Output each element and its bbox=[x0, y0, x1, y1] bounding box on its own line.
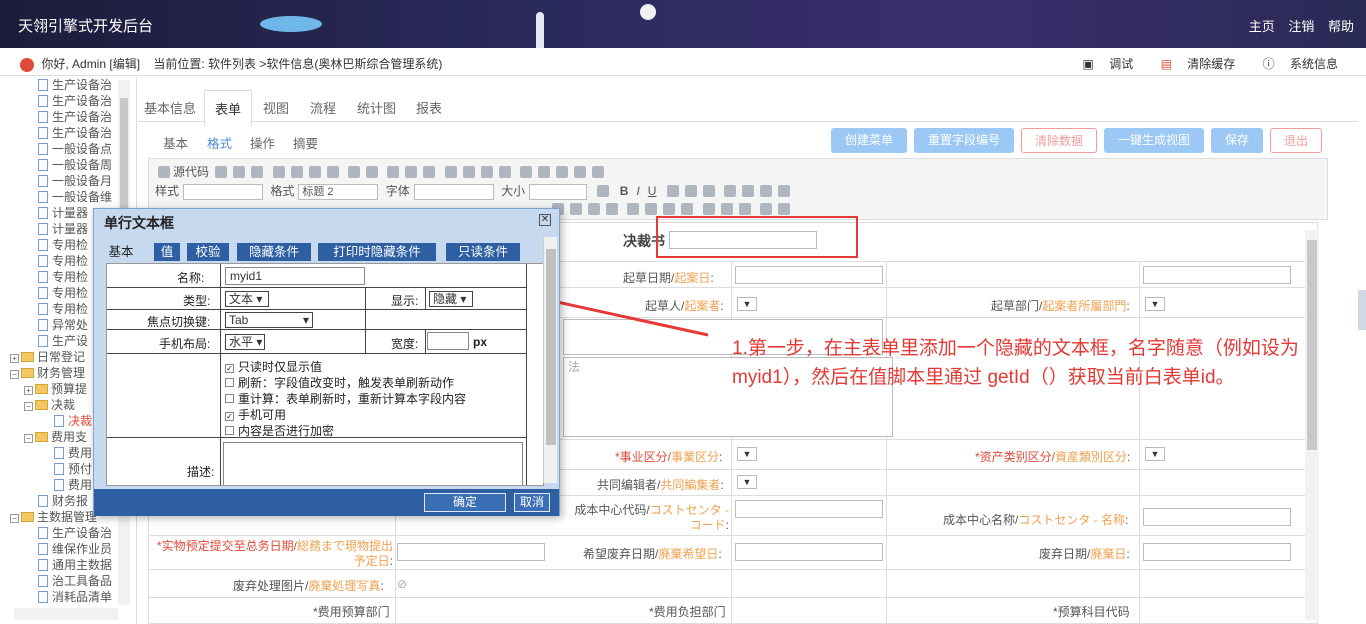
checkbox-unchecked[interactable] bbox=[225, 426, 234, 435]
dialog-tab-validate[interactable]: 校验 bbox=[187, 243, 229, 261]
textbox-dialog: 单行文本框 ✕ 基本 值 校验 隐藏条件 打印时隐藏条件 只读条件 名称: my… bbox=[93, 208, 560, 516]
desc-textarea[interactable] bbox=[223, 442, 523, 485]
close-icon[interactable]: ✕ bbox=[539, 214, 551, 226]
focus-value: Tab bbox=[229, 313, 249, 327]
width-unit: px bbox=[473, 335, 488, 349]
dialog-tab-readonly[interactable]: 只读条件 bbox=[446, 243, 520, 261]
name-label: 名称: bbox=[177, 271, 205, 285]
option-encrypt[interactable]: 内容是否进行加密 bbox=[225, 422, 334, 439]
name-input[interactable]: myid1 bbox=[225, 267, 365, 285]
display-select[interactable]: 隐藏 ▾ bbox=[429, 291, 473, 307]
width-label: 宽度: bbox=[391, 337, 419, 351]
type-value: 文本 bbox=[229, 292, 254, 306]
dialog-tab-basic[interactable]: 基本 bbox=[104, 243, 138, 261]
option-recalc[interactable]: 重计算：表单刷新时，重新计算本字段内容 bbox=[225, 390, 466, 407]
checkbox-unchecked[interactable] bbox=[225, 378, 234, 387]
checkbox-checked[interactable]: ✓ bbox=[225, 412, 234, 421]
annotation-line-1: 1.第一步，在主表单里添加一个隐藏的文本框，名字随意（例如设为 bbox=[732, 338, 1299, 359]
annotation-note: 1.第一步，在主表单里添加一个隐藏的文本框，名字随意（例如设为 myid1），然… bbox=[732, 334, 1362, 392]
type-select[interactable]: 文本 ▾ bbox=[225, 291, 269, 307]
dialog-tab-print-hide[interactable]: 打印时隐藏条件 bbox=[318, 243, 436, 261]
display-value: 隐藏 bbox=[433, 292, 458, 306]
focus-select[interactable]: Tab ▾ bbox=[225, 312, 313, 328]
dialog-body: 名称: myid1 类型: 文本 ▾ 显示: 隐藏 ▾ 焦点切换键: Tab ▾ … bbox=[106, 263, 544, 486]
mobile-value: 水平 bbox=[229, 335, 254, 349]
cancel-button[interactable]: 取消 bbox=[514, 493, 550, 512]
dialog-footer: 确定 取消 bbox=[94, 489, 559, 516]
chevron-down-icon: ▾ bbox=[302, 313, 309, 327]
option-readonly-value[interactable]: ✓ 只读时仅显示值 bbox=[225, 358, 322, 375]
option-refresh[interactable]: 刷新：字段值改变时，触发表单刷新动作 bbox=[225, 374, 454, 391]
checkbox-checked[interactable]: ✓ bbox=[225, 364, 234, 373]
mobile-label: 手机布局: bbox=[159, 337, 211, 351]
focus-label: 焦点切换键: bbox=[147, 315, 211, 329]
annotation-line-2: myid1），然后在值脚本里通过 getId（）获取当前白表单id。 bbox=[732, 367, 1235, 388]
width-input[interactable] bbox=[427, 332, 469, 350]
type-label: 类型: bbox=[183, 294, 211, 308]
option-mobile[interactable]: ✓ 手机可用 bbox=[225, 406, 286, 423]
dialog-tab-hide-cond[interactable]: 隐藏条件 bbox=[237, 243, 311, 261]
dialog-title: 单行文本框 bbox=[104, 215, 174, 231]
checkbox-unchecked[interactable] bbox=[225, 394, 234, 403]
ok-button[interactable]: 确定 bbox=[424, 493, 506, 512]
dialog-scrollbar[interactable] bbox=[543, 237, 557, 483]
dialog-scroll-thumb[interactable] bbox=[546, 249, 556, 445]
mobile-select[interactable]: 水平 ▾ bbox=[225, 334, 265, 350]
display-label: 显示: bbox=[391, 294, 419, 308]
dialog-tab-value[interactable]: 值 bbox=[154, 243, 180, 261]
desc-label: 描述: bbox=[187, 465, 215, 479]
